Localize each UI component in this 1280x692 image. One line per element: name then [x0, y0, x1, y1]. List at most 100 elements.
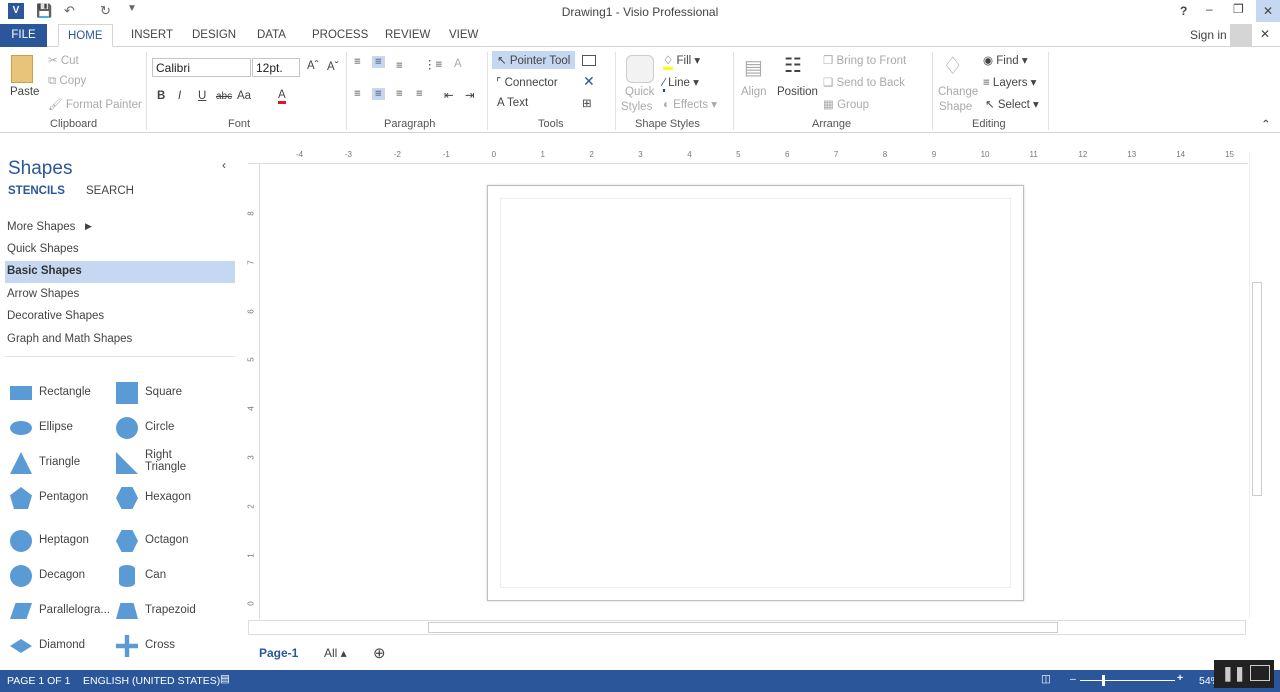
tab-stencils[interactable]: STENCILS — [8, 185, 65, 197]
collapse-pane-icon[interactable]: ‹ — [222, 158, 226, 172]
position-icon[interactable]: ☷ — [784, 53, 802, 78]
heptagon-shape-icon[interactable] — [10, 530, 32, 552]
add-page-icon[interactable]: ⊕ — [373, 644, 386, 662]
justify-icon[interactable]: ≡ — [416, 88, 423, 100]
shape-label[interactable]: Rectangle — [39, 386, 109, 398]
text-tool-button[interactable]: A Text — [497, 97, 528, 109]
bring-to-front-button[interactable]: ❐ Bring to Front — [823, 53, 906, 67]
select-button[interactable]: ↖ Select ▾ — [985, 97, 1039, 111]
diamond-shape-icon[interactable] — [10, 639, 32, 653]
language-status[interactable]: ENGLISH (UNITED STATES) — [83, 675, 220, 687]
decagon-shape-icon[interactable] — [10, 565, 32, 587]
stencil-arrow-shapes[interactable]: Arrow Shapes — [7, 288, 79, 300]
font-color-button[interactable]: A — [278, 89, 286, 104]
rectangle-shape-icon[interactable] — [10, 386, 32, 400]
hexagon-shape-icon[interactable] — [116, 487, 138, 509]
align-middle-icon[interactable]: ≡ — [372, 56, 385, 68]
quick-styles-label-2[interactable]: Styles — [621, 101, 652, 113]
screen-icon[interactable] — [1250, 665, 1270, 681]
format-painter-button[interactable]: 🖌 Format Painter — [48, 97, 142, 111]
fill-button[interactable]: ♢ Fill ▾ — [663, 53, 700, 70]
macro-icon[interactable]: ▤ — [220, 673, 230, 685]
shape-label[interactable]: Can — [145, 569, 215, 581]
shape-label[interactable]: Parallelogra... — [39, 604, 110, 616]
zoom-out-button[interactable]: – — [1070, 673, 1076, 685]
align-center-icon[interactable]: ≡ — [372, 88, 385, 100]
presentation-mode-icon[interactable]: ◫ — [1041, 673, 1051, 685]
tab-file[interactable]: FILE — [0, 24, 47, 47]
shape-label[interactable]: Diamond — [39, 639, 109, 651]
pointer-tool-button[interactable]: ↖ Pointer Tool — [492, 51, 576, 69]
tab-review[interactable]: REVIEW — [376, 24, 439, 47]
shrink-font-icon[interactable]: Aˇ — [327, 61, 339, 73]
align-left-icon[interactable]: ≡ — [354, 88, 361, 100]
shape-label[interactable]: Decagon — [39, 569, 109, 581]
zoom-slider[interactable] — [1080, 675, 1175, 686]
layers-button[interactable]: ≡ Layers ▾ — [983, 75, 1036, 89]
avatar[interactable] — [1230, 24, 1252, 46]
change-shape-label-2[interactable]: Shape — [939, 101, 972, 113]
paste-icon[interactable] — [11, 55, 33, 83]
shape-label[interactable]: Cross — [145, 639, 215, 651]
shape-label[interactable]: Trapezoid — [145, 604, 215, 616]
decrease-indent-icon[interactable]: ⇤ — [444, 88, 454, 102]
collapse-ribbon-icon[interactable]: ⌃ — [1261, 117, 1271, 131]
change-shape-icon[interactable]: ♢ — [942, 52, 964, 81]
grow-font-icon[interactable]: Aˆ — [307, 60, 319, 72]
can-shape-icon[interactable] — [119, 565, 135, 587]
tab-view[interactable]: VIEW — [440, 24, 487, 47]
ellipse-shape-icon[interactable] — [10, 421, 32, 435]
drawing-page[interactable] — [487, 185, 1024, 601]
shape-label[interactable]: Heptagon — [39, 534, 109, 546]
right-triangle-shape-icon[interactable] — [116, 452, 138, 474]
connection-point-icon[interactable]: ✕ — [583, 73, 595, 90]
triangle-shape-icon[interactable] — [10, 452, 32, 474]
strikethrough-button[interactable]: abc — [216, 91, 232, 102]
tab-data[interactable]: DATA — [248, 24, 295, 47]
underline-button[interactable]: U — [198, 90, 206, 102]
zoom-in-button[interactable]: + — [1177, 672, 1183, 684]
close-document-button[interactable]: ✕ — [1260, 27, 1270, 41]
change-shape-label[interactable]: Change — [938, 86, 978, 98]
stencil-more-shapes[interactable]: More Shapes — [7, 221, 75, 233]
octagon-shape-icon[interactable] — [116, 530, 138, 552]
bold-button[interactable]: B — [157, 90, 165, 102]
group-button[interactable]: ▦ Group — [823, 97, 869, 111]
italic-button[interactable]: I — [178, 90, 181, 102]
align-icon[interactable]: ▤ — [744, 55, 763, 80]
vertical-scrollbar[interactable] — [1249, 152, 1263, 618]
find-button[interactable]: ◉ Find ▾ — [983, 53, 1028, 67]
minimize-button[interactable]: – — [1206, 2, 1213, 16]
copy-button[interactable]: ⧉ Copy — [48, 75, 86, 88]
increase-indent-icon[interactable]: ⇥ — [465, 88, 475, 102]
quick-styles-icon[interactable] — [626, 55, 654, 83]
align-button[interactable]: Align — [741, 86, 767, 98]
text-direction-icon[interactable]: A — [454, 58, 462, 70]
page-number-status[interactable]: PAGE 1 OF 1 — [7, 675, 70, 687]
all-pages-button[interactable]: All ▴ — [324, 646, 347, 660]
parallelogra-shape-icon[interactable] — [10, 603, 32, 619]
shape-label[interactable]: Hexagon — [145, 491, 215, 503]
cut-button[interactable]: ✂ Cut — [48, 53, 79, 67]
change-case-button[interactable]: Aa — [237, 90, 251, 102]
font-family-select[interactable]: Calibri — [152, 58, 251, 77]
tab-search[interactable]: SEARCH — [86, 185, 134, 197]
effects-button[interactable]: ◐ Effects ▾ — [663, 97, 717, 111]
square-shape-icon[interactable] — [116, 382, 138, 404]
quick-styles-label[interactable]: Quick — [625, 86, 654, 98]
align-right-icon[interactable]: ≡ — [396, 88, 403, 100]
align-top-icon[interactable]: ≡ — [354, 56, 361, 68]
bullets-icon[interactable]: ⋮≡ — [424, 57, 442, 71]
send-to-back-button[interactable]: ❏ Send to Back — [823, 75, 905, 89]
paste-button[interactable]: Paste — [10, 86, 39, 98]
pentagon-shape-icon[interactable] — [10, 487, 32, 509]
crop-tool-icon[interactable]: ⊞ — [582, 96, 592, 110]
shape-label[interactable]: Pentagon — [39, 491, 109, 503]
tab-process[interactable]: PROCESS — [303, 24, 377, 47]
shape-label[interactable]: Octagon — [145, 534, 215, 546]
help-button[interactable]: ? — [1180, 4, 1187, 18]
stencil-decorative-shapes[interactable]: Decorative Shapes — [7, 310, 104, 322]
restore-button[interactable]: ❐ — [1233, 2, 1244, 16]
shape-label[interactable]: Triangle — [39, 456, 109, 468]
close-button[interactable]: ✕ — [1256, 0, 1280, 22]
